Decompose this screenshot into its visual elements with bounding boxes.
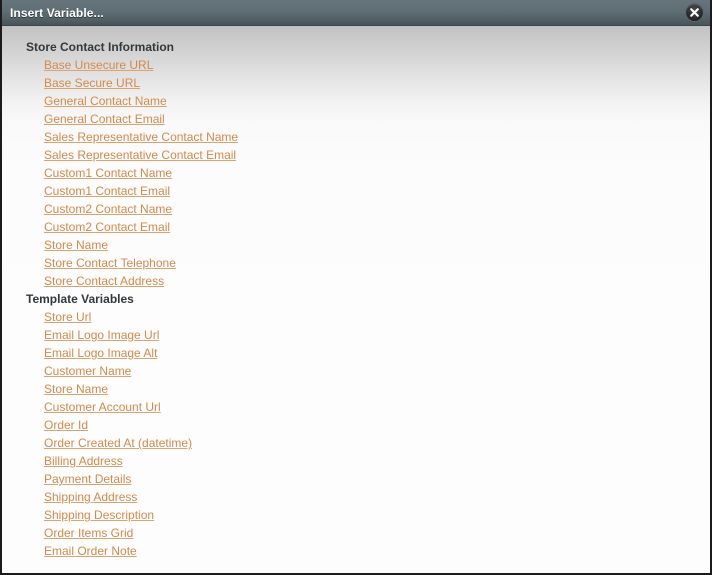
list-item: Store Contact Telephone bbox=[2, 254, 710, 272]
section-title: Store Contact Information bbox=[26, 40, 175, 54]
variable-link[interactable]: Store Name bbox=[44, 238, 108, 252]
variable-link[interactable]: Store Contact Telephone bbox=[44, 256, 176, 270]
list-item: Sales Representative Contact Email bbox=[2, 146, 710, 164]
list-item: General Contact Email bbox=[2, 110, 710, 128]
list-item: Order Id bbox=[2, 416, 710, 434]
list-item: Email Logo Image Url bbox=[2, 326, 710, 344]
variable-link[interactable]: General Contact Email bbox=[44, 112, 165, 126]
list-item: Billing Address bbox=[2, 452, 710, 470]
list-item: Shipping Description bbox=[2, 506, 710, 524]
variable-link[interactable]: Customer Name bbox=[44, 364, 131, 378]
list-item: Store Contact Address bbox=[2, 272, 710, 290]
list-item: Custom2 Contact Name bbox=[2, 200, 710, 218]
variable-list-panel: Store Contact Information Base Unsecure U… bbox=[2, 26, 710, 573]
variable-link[interactable]: Sales Representative Contact Name bbox=[44, 130, 238, 144]
list-item: Custom2 Contact Email bbox=[2, 218, 710, 236]
variable-link[interactable]: General Contact Name bbox=[44, 94, 167, 108]
variable-link[interactable]: Shipping Address bbox=[44, 490, 137, 504]
list-item: Shipping Address bbox=[2, 488, 710, 506]
list-item: Payment Details bbox=[2, 470, 710, 488]
variable-link[interactable]: Store Url bbox=[44, 310, 91, 324]
variable-link[interactable]: Billing Address bbox=[44, 454, 123, 468]
dialog-titlebar: Insert Variable... bbox=[2, 0, 710, 26]
variable-link[interactable]: Email Logo Image Url bbox=[44, 328, 159, 342]
list-item: Custom1 Contact Email bbox=[2, 182, 710, 200]
variable-link[interactable]: Order Items Grid bbox=[44, 526, 133, 540]
list-item: Order Created At (datetime) bbox=[2, 434, 710, 452]
insert-variable-dialog: Insert Variable... Store Contact Informa… bbox=[0, 0, 712, 575]
variable-link[interactable]: Custom1 Contact Email bbox=[44, 184, 170, 198]
list-item: Store Name bbox=[2, 236, 710, 254]
variable-link[interactable]: Payment Details bbox=[44, 472, 131, 486]
variable-link[interactable]: Shipping Description bbox=[44, 508, 154, 522]
list-item: Sales Representative Contact Name bbox=[2, 128, 710, 146]
variable-link[interactable]: Email Order Note bbox=[44, 544, 137, 558]
close-icon[interactable] bbox=[686, 4, 703, 21]
list-item: Base Unsecure URL bbox=[2, 56, 710, 74]
dialog-title: Insert Variable... bbox=[10, 5, 104, 20]
variable-link[interactable]: Custom1 Contact Name bbox=[44, 166, 172, 180]
variable-section: Store Contact Information Base Unsecure U… bbox=[2, 38, 710, 290]
list-item: Base Secure URL bbox=[2, 74, 710, 92]
variable-link[interactable]: Sales Representative Contact Email bbox=[44, 148, 236, 162]
variable-link[interactable]: Email Logo Image Alt bbox=[44, 346, 157, 360]
list-item: General Contact Name bbox=[2, 92, 710, 110]
variable-section: Template Variables Store Url Email Logo Im… bbox=[2, 290, 710, 560]
variable-link[interactable]: Store Name bbox=[44, 382, 108, 396]
list-item: Email Logo Image Alt bbox=[2, 344, 710, 362]
variable-link[interactable]: Custom2 Contact Email bbox=[44, 220, 170, 234]
section-title: Template Variables bbox=[26, 292, 134, 306]
list-item: Customer Name bbox=[2, 362, 710, 380]
variable-list: Base Unsecure URL Base Secure URL General … bbox=[2, 56, 710, 290]
variable-link[interactable]: Base Secure URL bbox=[44, 76, 140, 90]
variable-link[interactable]: Customer Account Url bbox=[44, 400, 161, 414]
variable-list: Store Url Email Logo Image Url Email Logo … bbox=[2, 308, 710, 560]
variable-link[interactable]: Order Created At (datetime) bbox=[44, 436, 192, 450]
list-item: Email Order Note bbox=[2, 542, 710, 560]
variable-link[interactable]: Base Unsecure URL bbox=[44, 58, 153, 72]
list-item: Customer Account Url bbox=[2, 398, 710, 416]
variable-link[interactable]: Custom2 Contact Name bbox=[44, 202, 172, 216]
variable-link[interactable]: Store Contact Address bbox=[44, 274, 164, 288]
list-item: Custom1 Contact Name bbox=[2, 164, 710, 182]
list-item: Order Items Grid bbox=[2, 524, 710, 542]
list-item: Store Name bbox=[2, 380, 710, 398]
list-item: Store Url bbox=[2, 308, 710, 326]
variable-link[interactable]: Order Id bbox=[44, 418, 88, 432]
